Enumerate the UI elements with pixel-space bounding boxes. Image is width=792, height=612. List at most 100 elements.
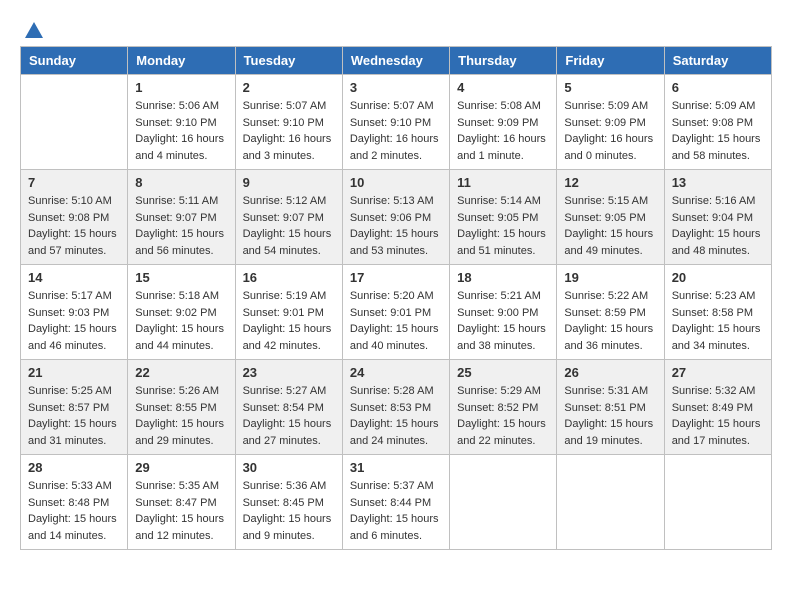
weekday-header-cell: Monday — [128, 47, 235, 75]
day-info: Sunrise: 5:07 AMSunset: 9:10 PMDaylight:… — [243, 98, 335, 164]
page-header — [20, 20, 772, 36]
day-info: Sunrise: 5:06 AMSunset: 9:10 PMDaylight:… — [135, 98, 227, 164]
calendar-week-row: 21 Sunrise: 5:25 AMSunset: 8:57 PMDayligh… — [21, 360, 772, 455]
day-info: Sunrise: 5:20 AMSunset: 9:01 PMDaylight:… — [350, 288, 442, 354]
calendar-day-cell: 17 Sunrise: 5:20 AMSunset: 9:01 PMDayligh… — [342, 265, 449, 360]
calendar-day-cell: 25 Sunrise: 5:29 AMSunset: 8:52 PMDayligh… — [450, 360, 557, 455]
calendar-day-cell: 16 Sunrise: 5:19 AMSunset: 9:01 PMDayligh… — [235, 265, 342, 360]
day-number: 31 — [350, 460, 442, 475]
calendar-day-cell: 29 Sunrise: 5:35 AMSunset: 8:47 PMDayligh… — [128, 455, 235, 550]
calendar-day-cell: 21 Sunrise: 5:25 AMSunset: 8:57 PMDayligh… — [21, 360, 128, 455]
calendar-day-cell: 5 Sunrise: 5:09 AMSunset: 9:09 PMDaylight… — [557, 75, 664, 170]
day-info: Sunrise: 5:08 AMSunset: 9:09 PMDaylight:… — [457, 98, 549, 164]
calendar-day-cell: 20 Sunrise: 5:23 AMSunset: 8:58 PMDayligh… — [664, 265, 771, 360]
day-number: 12 — [564, 175, 656, 190]
calendar-day-cell: 7 Sunrise: 5:10 AMSunset: 9:08 PMDaylight… — [21, 170, 128, 265]
calendar-day-cell: 31Sunrise: 5:37 AMSunset: 8:44 PMDayligh… — [342, 455, 449, 550]
day-number: 2 — [243, 80, 335, 95]
calendar-day-cell: 4Sunrise: 5:08 AMSunset: 9:09 PMDaylight… — [450, 75, 557, 170]
calendar-day-cell — [450, 455, 557, 550]
day-info: Sunrise: 5:19 AMSunset: 9:01 PMDaylight:… — [243, 288, 335, 354]
weekday-header-cell: Tuesday — [235, 47, 342, 75]
calendar-day-cell: 19Sunrise: 5:22 AMSunset: 8:59 PMDayligh… — [557, 265, 664, 360]
day-info: Sunrise: 5:17 AMSunset: 9:03 PMDaylight:… — [28, 288, 120, 354]
weekday-header-cell: Thursday — [450, 47, 557, 75]
day-info: Sunrise: 5:28 AMSunset: 8:53 PMDaylight:… — [350, 383, 442, 449]
calendar-day-cell — [557, 455, 664, 550]
day-info: Sunrise: 5:07 AMSunset: 9:10 PMDaylight:… — [350, 98, 442, 164]
day-info: Sunrise: 5:15 AMSunset: 9:05 PMDaylight:… — [564, 193, 656, 259]
calendar-table: SundayMondayTuesdayWednesdayThursdayFrid… — [20, 46, 772, 550]
calendar-week-row: 1 Sunrise: 5:06 AMSunset: 9:10 PMDaylight… — [21, 75, 772, 170]
calendar-day-cell: 28Sunrise: 5:33 AMSunset: 8:48 PMDayligh… — [21, 455, 128, 550]
day-info: Sunrise: 5:09 AMSunset: 9:09 PMDaylight:… — [564, 98, 656, 164]
day-info: Sunrise: 5:29 AMSunset: 8:52 PMDaylight:… — [457, 383, 549, 449]
logo — [20, 20, 45, 36]
day-info: Sunrise: 5:23 AMSunset: 8:58 PMDaylight:… — [672, 288, 764, 354]
calendar-day-cell: 26 Sunrise: 5:31 AMSunset: 8:51 PMDayligh… — [557, 360, 664, 455]
calendar-day-cell — [664, 455, 771, 550]
day-info: Sunrise: 5:09 AMSunset: 9:08 PMDaylight:… — [672, 98, 764, 164]
weekday-header-cell: Friday — [557, 47, 664, 75]
day-info: Sunrise: 5:13 AMSunset: 9:06 PMDaylight:… — [350, 193, 442, 259]
day-info: Sunrise: 5:32 AMSunset: 8:49 PMDaylight:… — [672, 383, 764, 449]
calendar-day-cell: 13 Sunrise: 5:16 AMSunset: 9:04 PMDayligh… — [664, 170, 771, 265]
day-number: 3 — [350, 80, 442, 95]
weekday-header-cell: Saturday — [664, 47, 771, 75]
calendar-day-cell: 22 Sunrise: 5:26 AMSunset: 8:55 PMDayligh… — [128, 360, 235, 455]
day-number: 23 — [243, 365, 335, 380]
day-number: 25 — [457, 365, 549, 380]
logo-icon — [23, 20, 45, 42]
day-info: Sunrise: 5:33 AMSunset: 8:48 PMDaylight:… — [28, 478, 120, 544]
day-number: 5 — [564, 80, 656, 95]
day-number: 15 — [135, 270, 227, 285]
day-info: Sunrise: 5:14 AMSunset: 9:05 PMDaylight:… — [457, 193, 549, 259]
calendar-day-cell: 15Sunrise: 5:18 AMSunset: 9:02 PMDayligh… — [128, 265, 235, 360]
day-number: 16 — [243, 270, 335, 285]
calendar-day-cell: 3 Sunrise: 5:07 AMSunset: 9:10 PMDaylight… — [342, 75, 449, 170]
day-number: 21 — [28, 365, 120, 380]
day-number: 26 — [564, 365, 656, 380]
calendar-week-row: 28Sunrise: 5:33 AMSunset: 8:48 PMDayligh… — [21, 455, 772, 550]
day-number: 7 — [28, 175, 120, 190]
day-info: Sunrise: 5:25 AMSunset: 8:57 PMDaylight:… — [28, 383, 120, 449]
calendar-day-cell: 27Sunrise: 5:32 AMSunset: 8:49 PMDayligh… — [664, 360, 771, 455]
day-number: 22 — [135, 365, 227, 380]
day-info: Sunrise: 5:12 AMSunset: 9:07 PMDaylight:… — [243, 193, 335, 259]
calendar-day-cell: 9 Sunrise: 5:12 AMSunset: 9:07 PMDaylight… — [235, 170, 342, 265]
calendar-day-cell: 12 Sunrise: 5:15 AMSunset: 9:05 PMDayligh… — [557, 170, 664, 265]
day-info: Sunrise: 5:11 AMSunset: 9:07 PMDaylight:… — [135, 193, 227, 259]
day-info: Sunrise: 5:27 AMSunset: 8:54 PMDaylight:… — [243, 383, 335, 449]
calendar-day-cell — [21, 75, 128, 170]
calendar-week-row: 14 Sunrise: 5:17 AMSunset: 9:03 PMDayligh… — [21, 265, 772, 360]
day-number: 6 — [672, 80, 764, 95]
day-number: 1 — [135, 80, 227, 95]
day-number: 13 — [672, 175, 764, 190]
day-number: 18 — [457, 270, 549, 285]
calendar-day-cell: 24 Sunrise: 5:28 AMSunset: 8:53 PMDayligh… — [342, 360, 449, 455]
day-number: 17 — [350, 270, 442, 285]
weekday-header-row: SundayMondayTuesdayWednesdayThursdayFrid… — [21, 47, 772, 75]
day-number: 29 — [135, 460, 227, 475]
day-info: Sunrise: 5:26 AMSunset: 8:55 PMDaylight:… — [135, 383, 227, 449]
day-number: 9 — [243, 175, 335, 190]
calendar-day-cell: 10 Sunrise: 5:13 AMSunset: 9:06 PMDayligh… — [342, 170, 449, 265]
calendar-day-cell: 23 Sunrise: 5:27 AMSunset: 8:54 PMDayligh… — [235, 360, 342, 455]
day-number: 11 — [457, 175, 549, 190]
day-number: 24 — [350, 365, 442, 380]
day-info: Sunrise: 5:21 AMSunset: 9:00 PMDaylight:… — [457, 288, 549, 354]
calendar-day-cell: 8 Sunrise: 5:11 AMSunset: 9:07 PMDaylight… — [128, 170, 235, 265]
day-number: 14 — [28, 270, 120, 285]
day-info: Sunrise: 5:16 AMSunset: 9:04 PMDaylight:… — [672, 193, 764, 259]
day-info: Sunrise: 5:10 AMSunset: 9:08 PMDaylight:… — [28, 193, 120, 259]
weekday-header-cell: Wednesday — [342, 47, 449, 75]
day-number: 10 — [350, 175, 442, 190]
day-number: 20 — [672, 270, 764, 285]
day-info: Sunrise: 5:36 AMSunset: 8:45 PMDaylight:… — [243, 478, 335, 544]
calendar-week-row: 7 Sunrise: 5:10 AMSunset: 9:08 PMDaylight… — [21, 170, 772, 265]
day-number: 8 — [135, 175, 227, 190]
day-info: Sunrise: 5:31 AMSunset: 8:51 PMDaylight:… — [564, 383, 656, 449]
day-number: 19 — [564, 270, 656, 285]
day-info: Sunrise: 5:35 AMSunset: 8:47 PMDaylight:… — [135, 478, 227, 544]
calendar-day-cell: 30Sunrise: 5:36 AMSunset: 8:45 PMDayligh… — [235, 455, 342, 550]
